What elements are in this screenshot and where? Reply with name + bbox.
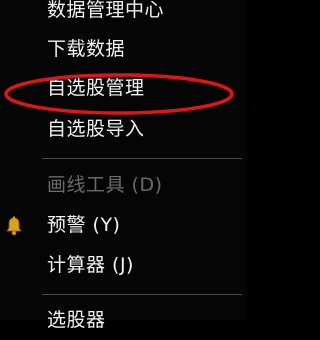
menu-item-label: 数据管理中心 — [47, 0, 165, 21]
menu-separator — [42, 158, 242, 159]
menu-item-label: 下载数据 — [47, 38, 126, 60]
menu-item-label: 自选股导入 — [47, 118, 145, 140]
menu-item-label: 自选股管理 — [47, 77, 145, 99]
context-menu: 数据管理中心 下载数据 自选股管理 自选股导入 画线工具 (D) 预警 (Y) … — [0, 0, 246, 331]
menu-item-watchlist-import[interactable]: 自选股导入 — [0, 111, 246, 149]
menu-item-calculator[interactable]: 计算器 (J) — [0, 247, 246, 285]
menu-item-label: 计算器 (J) — [47, 254, 134, 276]
menu-separator — [42, 294, 242, 295]
menu-item-alert[interactable]: 预警 (Y) — [0, 207, 246, 245]
menu-item-drawing-tools: 画线工具 (D) — [0, 167, 246, 205]
menu-item-label: 预警 (Y) — [47, 214, 121, 236]
menu-item-stock-screener[interactable]: 选股器 — [0, 302, 246, 340]
menu-item-watchlist-management[interactable]: 自选股管理 — [0, 70, 246, 108]
menu-item-data-management-center[interactable]: 数据管理中心 — [0, 0, 246, 30]
menu-item-download-data[interactable]: 下载数据 — [0, 31, 246, 69]
menu-item-label: 选股器 — [47, 309, 106, 331]
menu-item-label: 画线工具 (D) — [47, 174, 163, 196]
bell-icon — [6, 216, 22, 236]
